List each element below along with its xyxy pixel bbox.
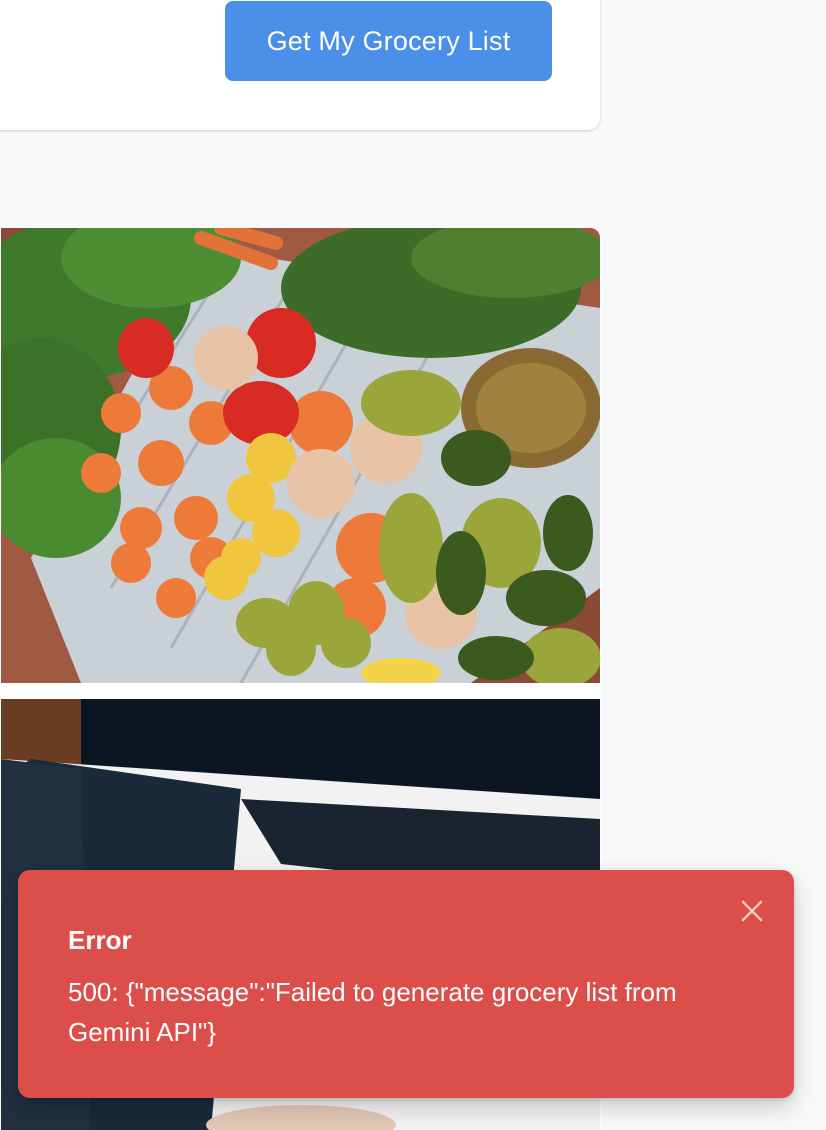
toast-title: Error: [68, 925, 132, 955]
get-grocery-list-button[interactable]: Get My Grocery List: [225, 1, 552, 81]
toast-message: 500: {"message":"Failed to generate groc…: [68, 977, 677, 1047]
error-toast: Error 500: {"message":"Failed to generat…: [18, 870, 794, 1098]
close-icon[interactable]: [737, 896, 767, 926]
produce-photo: [1, 228, 600, 683]
